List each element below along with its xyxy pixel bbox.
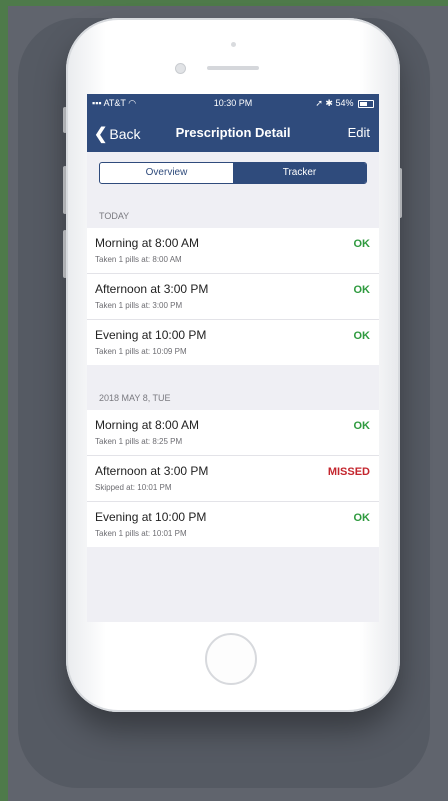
status-badge: OK (353, 238, 371, 250)
list-item[interactable]: Morning at 8:00 AM Taken 1 pills at: 8:2… (87, 410, 379, 456)
dose-name: Evening at 10:00 PM (95, 328, 207, 342)
dose-detail: Skipped at: 10:01 PM (95, 483, 172, 492)
status-badge: MISSED (327, 466, 370, 478)
bluetooth-icon: ✱ (325, 98, 333, 108)
status-badge: OK (353, 420, 371, 432)
dose-name: Morning at 8:00 AM (95, 418, 200, 432)
status-badge: OK (353, 512, 371, 524)
navigation-bar: ❮ Back Prescription Detail Edit (87, 124, 379, 146)
dose-detail: Taken 1 pills at: 8:25 PM (95, 437, 183, 446)
section-header-date: 2018 MAY 8, TUE (99, 393, 171, 403)
earpiece-speaker (207, 66, 259, 70)
proximity-sensor (231, 42, 236, 47)
dose-detail: Taken 1 pills at: 3:00 PM (95, 301, 183, 310)
tab-overview[interactable]: Overview (100, 163, 233, 183)
list-item[interactable]: Morning at 8:00 AM Taken 1 pills at: 8:0… (87, 228, 379, 274)
front-camera (175, 63, 186, 74)
list-item[interactable]: Afternoon at 3:00 PM Taken 1 pills at: 3… (87, 274, 379, 320)
battery-icon (358, 99, 374, 108)
today-list: Morning at 8:00 AM Taken 1 pills at: 8:0… (87, 228, 379, 365)
status-right: ➚ ✱ 54% (315, 98, 374, 109)
segmented-control: Overview Tracker (99, 162, 367, 184)
battery-percent: 54% (335, 98, 354, 108)
location-icon: ➚ (315, 98, 323, 108)
status-badge: OK (353, 284, 371, 296)
app-header: ▪▪▪ AT&T ◠ 10:30 PM ➚ ✱ 54% ❮ Back Prescr… (87, 94, 379, 152)
home-button[interactable] (205, 633, 257, 685)
dose-detail: Taken 1 pills at: 10:01 PM (95, 529, 187, 538)
dose-detail: Taken 1 pills at: 10:09 PM (95, 347, 187, 356)
list-item[interactable]: Evening at 10:00 PM Taken 1 pills at: 10… (87, 502, 379, 547)
page-title: Prescription Detail (175, 125, 291, 140)
status-bar: ▪▪▪ AT&T ◠ 10:30 PM ➚ ✱ 54% (92, 98, 374, 112)
date-list: Morning at 8:00 AM Taken 1 pills at: 8:2… (87, 410, 379, 547)
status-badge: OK (353, 330, 371, 342)
dose-name: Evening at 10:00 PM (95, 510, 207, 524)
list-item[interactable]: Afternoon at 3:00 PM Skipped at: 10:01 P… (87, 456, 379, 502)
list-item[interactable]: Evening at 10:00 PM Taken 1 pills at: 10… (87, 320, 379, 365)
dose-name: Morning at 8:00 AM (95, 236, 200, 250)
edit-button[interactable]: Edit (348, 125, 370, 140)
dose-detail: Taken 1 pills at: 8:00 AM (95, 255, 182, 264)
app-screen: ▪▪▪ AT&T ◠ 10:30 PM ➚ ✱ 54% ❮ Back Prescr… (87, 94, 379, 622)
tab-tracker[interactable]: Tracker (233, 163, 366, 183)
section-header-today: TODAY (99, 211, 130, 221)
dose-name: Afternoon at 3:00 PM (95, 464, 209, 478)
dose-name: Afternoon at 3:00 PM (95, 282, 209, 296)
